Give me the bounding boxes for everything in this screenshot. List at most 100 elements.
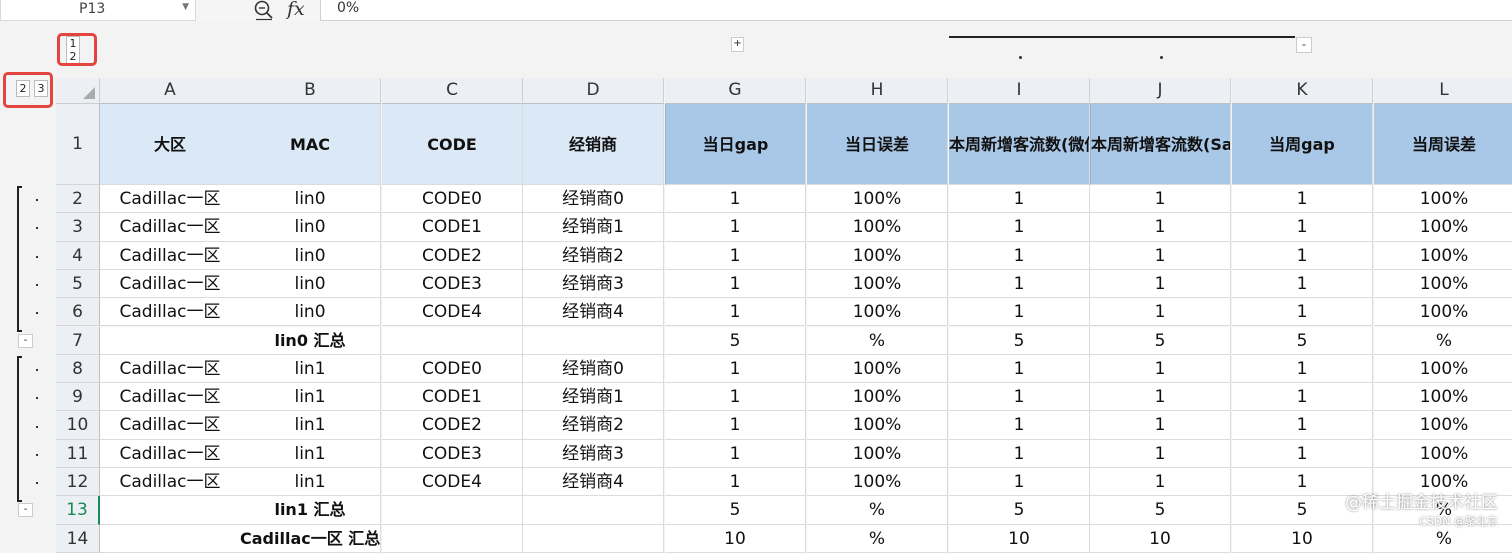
table-cell[interactable]: 1 — [949, 241, 1090, 270]
table-cell[interactable]: 1 — [665, 354, 806, 384]
table-cell[interactable]: 1 — [1232, 241, 1373, 270]
table-cell[interactable]: 经销商3 — [523, 269, 664, 299]
formula-input[interactable]: 0% — [320, 0, 1512, 21]
row-header[interactable]: 3 — [56, 213, 100, 242]
table-cell[interactable]: 1 — [1232, 298, 1373, 327]
table-cell[interactable]: 100% — [1374, 185, 1512, 214]
table-cell[interactable]: % — [1374, 326, 1512, 355]
table-cell[interactable]: lin1 — [240, 383, 381, 412]
table-cell[interactable]: 经销商4 — [523, 468, 664, 497]
table-cell[interactable]: 10 — [665, 524, 806, 553]
table-cell[interactable]: 1 — [949, 439, 1090, 468]
table-cell[interactable]: 1 — [1090, 383, 1231, 412]
table-cell[interactable]: 1 — [949, 411, 1090, 440]
column-header-7[interactable]: J — [1090, 78, 1231, 104]
table-cell[interactable]: 1 — [1090, 241, 1231, 270]
table-cell[interactable]: 1 — [1232, 269, 1373, 299]
table-cell[interactable]: 1 — [665, 213, 806, 242]
table-cell[interactable]: 1 — [665, 439, 806, 468]
column-header-4[interactable]: G — [665, 78, 806, 104]
row-header[interactable]: 2 — [56, 185, 100, 214]
table-cell[interactable]: CODE2 — [382, 411, 523, 440]
table-cell[interactable]: 1 — [665, 468, 806, 497]
table-cell[interactable] — [100, 524, 241, 553]
table-cell[interactable]: lin1 — [240, 468, 381, 497]
table-cell[interactable]: Cadillac一区 — [100, 213, 241, 242]
table-cell[interactable]: 100% — [1374, 298, 1512, 327]
table-cell[interactable]: lin0 — [240, 241, 381, 270]
table-cell[interactable]: 1 — [1090, 468, 1231, 497]
table-cell[interactable]: 100% — [1374, 383, 1512, 412]
zoom-icon[interactable] — [253, 0, 275, 21]
table-cell[interactable]: Cadillac一区 — [100, 185, 241, 214]
column-header-0[interactable]: A — [100, 78, 241, 104]
table-cell[interactable]: 1 — [665, 383, 806, 412]
table-cell[interactable]: 100% — [807, 298, 948, 327]
function-icon[interactable]: fx — [287, 0, 305, 20]
table-cell[interactable]: 5 — [949, 326, 1090, 355]
table-cell[interactable]: 经销商2 — [523, 241, 664, 270]
table-cell[interactable]: 1 — [1232, 213, 1373, 242]
table-cell[interactable]: CODE4 — [382, 468, 523, 497]
column-header-6[interactable]: I — [949, 78, 1090, 104]
table-cell[interactable]: 1 — [1090, 354, 1231, 384]
table-cell[interactable]: lin0 — [240, 269, 381, 299]
column-header-8[interactable]: K — [1232, 78, 1373, 104]
row-header[interactable]: 9 — [56, 383, 100, 412]
table-cell[interactable]: lin0 — [240, 298, 381, 327]
expand-group-button[interactable]: + — [731, 37, 744, 52]
column-header-3[interactable]: D — [523, 78, 664, 104]
table-cell[interactable]: lin0 — [240, 213, 381, 242]
table-cell[interactable]: 1 — [665, 269, 806, 299]
table-cell[interactable] — [100, 496, 241, 525]
header-cell[interactable]: MAC — [240, 104, 381, 185]
table-cell[interactable] — [523, 496, 664, 525]
table-cell[interactable]: 100% — [807, 185, 948, 214]
table-cell[interactable]: 1 — [949, 468, 1090, 497]
table-cell[interactable]: CODE0 — [382, 185, 523, 214]
column-header-5[interactable]: H — [807, 78, 948, 104]
table-cell[interactable]: lin1 — [240, 439, 381, 468]
column-header-9[interactable]: L — [1374, 78, 1512, 104]
table-cell[interactable]: 经销商1 — [523, 213, 664, 242]
row-header[interactable]: 1 — [56, 104, 100, 185]
table-cell[interactable]: CODE1 — [382, 213, 523, 242]
table-cell[interactable]: 1 — [949, 383, 1090, 412]
table-cell[interactable]: 1 — [1232, 383, 1373, 412]
table-cell[interactable]: CODE2 — [382, 241, 523, 270]
table-cell[interactable]: CODE0 — [382, 354, 523, 384]
table-cell[interactable]: 100% — [1374, 269, 1512, 299]
row-header[interactable]: 12 — [56, 468, 100, 497]
row-header[interactable]: 6 — [56, 298, 100, 327]
table-cell[interactable]: Cadillac一区 — [100, 411, 241, 440]
row-header[interactable]: 14 — [56, 524, 100, 553]
table-cell[interactable]: 5 — [665, 326, 806, 355]
table-cell[interactable]: 5 — [949, 496, 1090, 525]
table-cell[interactable]: 1 — [1090, 269, 1231, 299]
table-cell[interactable]: 1 — [1090, 411, 1231, 440]
table-cell[interactable]: 1 — [1232, 185, 1373, 214]
header-cell[interactable]: 当日gap — [665, 104, 806, 185]
table-cell[interactable]: Cadillac一区 — [100, 383, 241, 412]
table-cell[interactable]: 100% — [807, 269, 948, 299]
table-cell[interactable] — [100, 326, 241, 355]
table-cell[interactable]: % — [807, 326, 948, 355]
table-cell[interactable]: 100% — [1374, 241, 1512, 270]
table-cell[interactable]: 100% — [807, 213, 948, 242]
table-cell[interactable]: 100% — [807, 411, 948, 440]
table-cell[interactable]: 100% — [807, 383, 948, 412]
name-box[interactable]: P13 ▼ — [0, 0, 196, 21]
column-header-1[interactable]: B — [240, 78, 381, 104]
table-cell[interactable]: lin1 — [240, 411, 381, 440]
table-cell[interactable]: 1 — [949, 354, 1090, 384]
table-cell[interactable]: 1 — [1090, 185, 1231, 214]
table-cell[interactable]: 1 — [949, 298, 1090, 327]
table-cell[interactable]: 10 — [949, 524, 1090, 553]
table-cell[interactable]: 5 — [1090, 496, 1231, 525]
column-header-2[interactable]: C — [382, 78, 523, 104]
table-cell[interactable]: 1 — [1232, 354, 1373, 384]
collapse-row-group-button[interactable]: - — [18, 503, 33, 517]
header-cell[interactable]: 本周新增客流数(Sale — [1090, 104, 1231, 185]
table-cell[interactable]: 5 — [1090, 326, 1231, 355]
table-cell[interactable]: 1 — [949, 269, 1090, 299]
